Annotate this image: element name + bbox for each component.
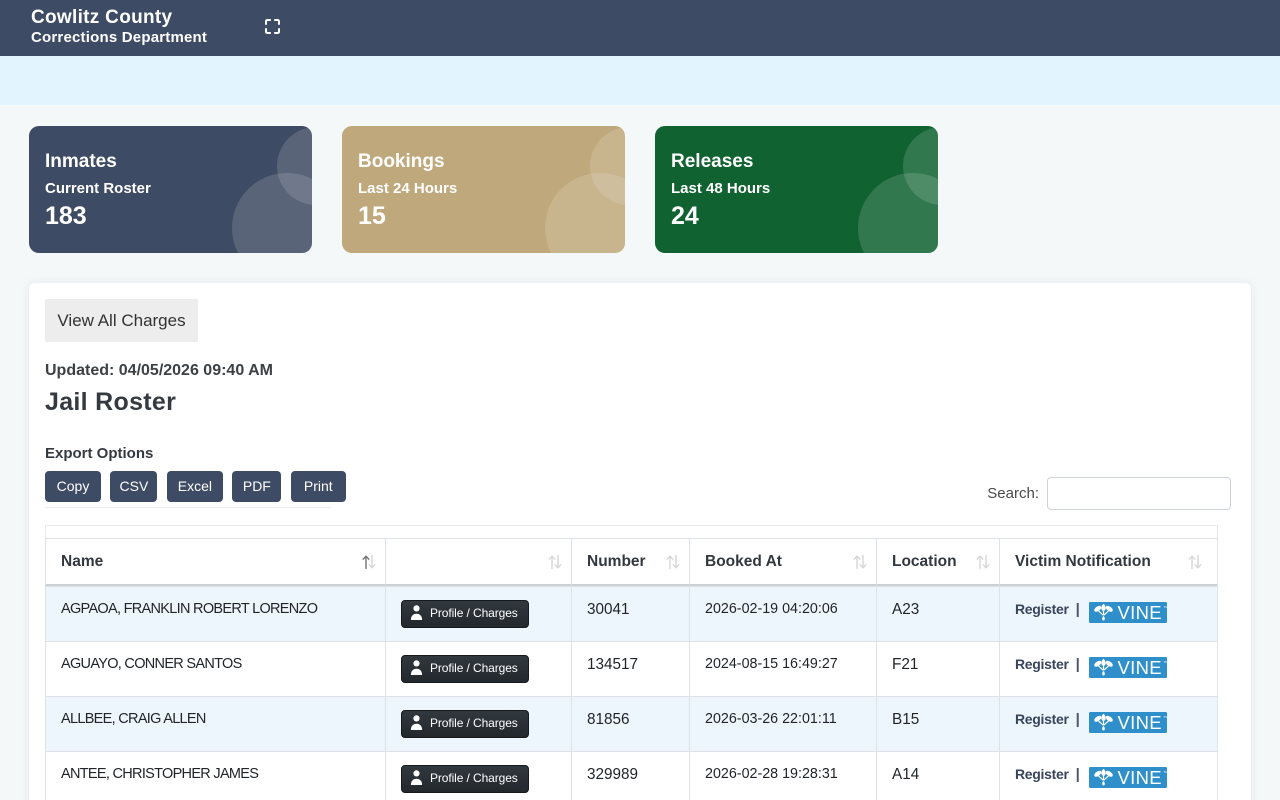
svg-text:TM: TM [1163, 660, 1167, 664]
svg-text:VINE: VINE [1117, 712, 1161, 733]
svg-text:VINE: VINE [1117, 767, 1161, 788]
svg-text:TM: TM [1163, 715, 1167, 719]
svg-text:TM: TM [1163, 770, 1167, 774]
svg-text:TM: TM [1163, 605, 1167, 609]
svg-text:VINE: VINE [1117, 657, 1161, 678]
svg-text:VINE: VINE [1117, 602, 1161, 623]
